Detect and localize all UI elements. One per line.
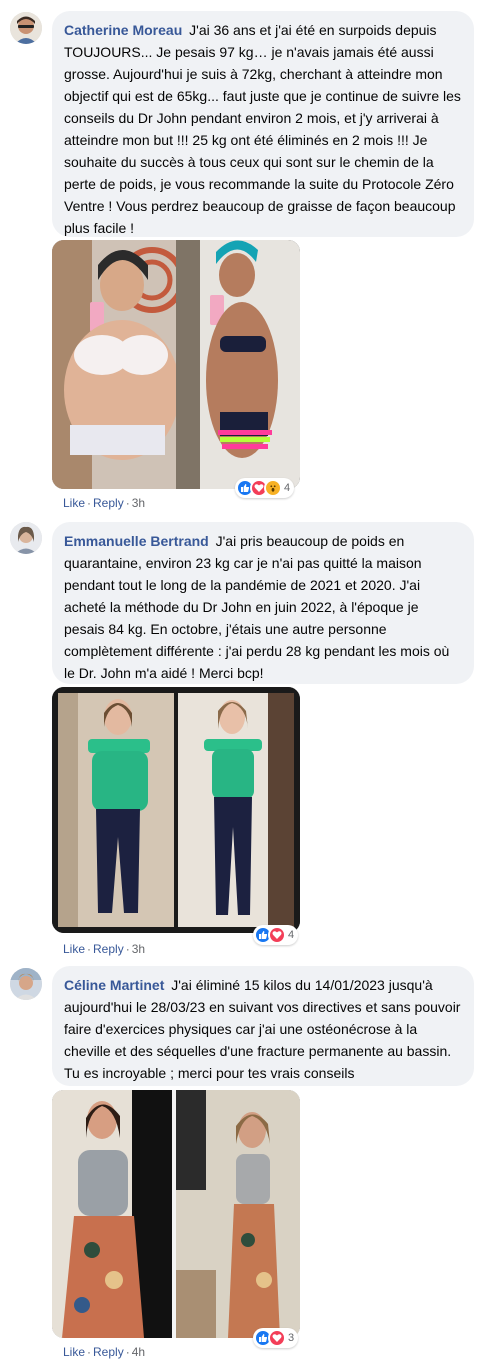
reactions-summary[interactable]: 4 bbox=[253, 925, 299, 945]
separator-dot: · bbox=[125, 496, 130, 510]
comment-photo[interactable] bbox=[52, 687, 300, 933]
separator-dot: · bbox=[87, 1345, 92, 1359]
reply-link[interactable]: Reply bbox=[93, 1345, 124, 1359]
comment-bubble: Céline Martinet J'ai éliminé 15 kilos du… bbox=[52, 966, 474, 1086]
love-icon bbox=[268, 926, 286, 944]
separator-dot: · bbox=[87, 942, 92, 956]
reaction-count: 3 bbox=[288, 1332, 295, 1344]
comment-text: J'ai pris beaucoup de poids en quarantai… bbox=[64, 533, 450, 681]
reply-link[interactable]: Reply bbox=[93, 496, 124, 510]
comment-photo[interactable] bbox=[52, 240, 300, 489]
comment-time[interactable]: 4h bbox=[132, 1345, 145, 1359]
reaction-count: 4 bbox=[284, 482, 291, 494]
comment-author[interactable]: Emmanuelle Bertrand bbox=[64, 533, 209, 549]
avatar[interactable] bbox=[10, 12, 42, 44]
separator-dot: · bbox=[125, 1345, 130, 1359]
reactions-summary[interactable]: 4 bbox=[235, 478, 295, 498]
comment-author[interactable]: Céline Martinet bbox=[64, 977, 164, 993]
comment-bubble: Catherine Moreau J'ai 36 ans et j'ai été… bbox=[52, 11, 474, 237]
like-link[interactable]: Like bbox=[63, 496, 85, 510]
comment-photo[interactable] bbox=[52, 1090, 300, 1338]
comment-author[interactable]: Catherine Moreau bbox=[64, 22, 182, 38]
separator-dot: · bbox=[87, 496, 92, 510]
like-link[interactable]: Like bbox=[63, 942, 85, 956]
wow-icon bbox=[264, 479, 282, 497]
avatar[interactable] bbox=[10, 522, 42, 554]
comment-time[interactable]: 3h bbox=[132, 942, 145, 956]
like-link[interactable]: Like bbox=[63, 1345, 85, 1359]
comment-bubble: Emmanuelle Bertrand J'ai pris beaucoup d… bbox=[52, 522, 474, 684]
reaction-count: 4 bbox=[288, 929, 295, 941]
comment-time[interactable]: 3h bbox=[132, 496, 145, 510]
reply-link[interactable]: Reply bbox=[93, 942, 124, 956]
reactions-summary[interactable]: 3 bbox=[253, 1328, 299, 1348]
comment-actions: Like · Reply · 4h bbox=[63, 1344, 145, 1360]
love-icon bbox=[268, 1329, 286, 1347]
avatar[interactable] bbox=[10, 968, 42, 1000]
comment-text: J'ai 36 ans et j'ai été en surpoids depu… bbox=[64, 22, 461, 236]
comment-actions: Like · Reply · 3h bbox=[63, 941, 145, 957]
comment-actions: Like · Reply · 3h bbox=[63, 495, 145, 511]
separator-dot: · bbox=[125, 942, 130, 956]
